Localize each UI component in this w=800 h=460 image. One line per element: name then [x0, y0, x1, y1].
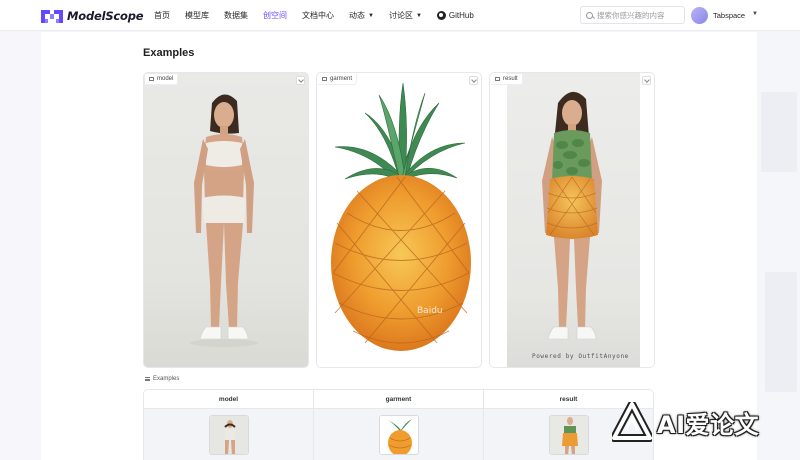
nav-github[interactable]: GitHub	[436, 11, 474, 20]
nav-label: 模型库	[185, 11, 209, 20]
nav-datasets[interactable]: 数据集	[224, 10, 248, 21]
garment-image-card[interactable]: garment Baidu	[316, 72, 482, 368]
left-gutter	[0, 32, 41, 460]
image-icon	[322, 77, 327, 81]
nav-label: 文档中心	[302, 11, 334, 20]
result-figure	[542, 91, 602, 340]
image-icon	[149, 77, 154, 81]
watermark-text: Powered by OutfitAnyone	[532, 353, 629, 360]
download-icon[interactable]	[469, 76, 478, 85]
card-label: garment	[318, 74, 358, 85]
download-icon[interactable]	[642, 76, 651, 85]
caret-down-icon: ▼	[415, 12, 422, 19]
nav-docs[interactable]: 文档中心	[302, 10, 334, 21]
nav-models[interactable]: 模型库	[185, 10, 209, 21]
examples-label-text: Examples	[153, 376, 180, 382]
table-row[interactable]	[144, 409, 653, 460]
right-gutter	[757, 32, 800, 460]
model-figure	[190, 94, 258, 347]
card-label-text: garment	[330, 76, 353, 82]
examples-table: model garment result	[143, 389, 654, 460]
brand-text: AI爱论文	[657, 410, 760, 439]
pineapple-image: Baidu	[331, 82, 471, 351]
main-nav: 首页 模型库 数据集 创空间 文档中心 动态 ▼ 讨论区 ▼ GitHub	[154, 0, 489, 31]
main-content: Examples model garment Baidu result Powe…	[41, 32, 757, 460]
nav-label: 创空间	[263, 11, 287, 20]
column-header-garment: garment	[314, 390, 484, 408]
nav-label: 动态	[349, 11, 365, 20]
brand-overlay: AI爱论文	[612, 402, 759, 442]
result-thumbnail[interactable]	[548, 415, 589, 455]
nav-label: 数据集	[224, 11, 248, 20]
nav-label: 首页	[154, 11, 170, 20]
nav-label: 讨论区	[388, 11, 413, 20]
download-icon[interactable]	[296, 76, 305, 85]
table-cell-model[interactable]	[144, 409, 314, 460]
search-input[interactable]	[597, 10, 682, 20]
examples-title: Examples	[143, 47, 195, 59]
card-label: model	[145, 74, 179, 85]
column-header-model: model	[144, 390, 314, 408]
nav-home[interactable]: 首页	[154, 10, 170, 21]
list-icon	[145, 377, 150, 381]
logo-text: ModelScope	[67, 9, 144, 23]
card-label-text: model	[157, 76, 174, 82]
model-image-card[interactable]: model	[143, 72, 309, 368]
table-header: model garment result	[144, 390, 653, 409]
nav-label: GitHub	[448, 11, 474, 20]
nav-forum[interactable]: 讨论区 ▼	[389, 10, 422, 21]
card-label-text: result	[503, 76, 518, 82]
table-cell-garment[interactable]	[314, 409, 484, 460]
avatar[interactable]	[691, 7, 708, 24]
caret-down-icon[interactable]: ▼	[752, 11, 758, 17]
image-icon	[495, 77, 500, 81]
search-box[interactable]	[580, 6, 685, 24]
top-navbar: ModelScope 首页 模型库 数据集 创空间 文档中心 动态 ▼ 讨论区 ▼ …	[0, 0, 800, 31]
examples-table-label: Examples	[145, 376, 179, 382]
result-image-card[interactable]: result Powered by OutfitAnyone	[489, 72, 655, 368]
model-thumbnail[interactable]	[208, 415, 249, 455]
search-icon	[586, 11, 593, 19]
nav-news[interactable]: 动态 ▼	[349, 10, 374, 21]
garment-thumbnail[interactable]	[378, 415, 419, 455]
nav-studios[interactable]: 创空间	[263, 10, 287, 21]
caret-down-icon: ▼	[368, 12, 374, 19]
brand-logo-icon	[612, 402, 652, 442]
github-icon	[436, 11, 446, 20]
logo-mark-icon	[41, 9, 63, 23]
username[interactable]: Tabspace	[713, 11, 745, 20]
watermark-text: Baidu	[417, 306, 443, 316]
card-label: result	[491, 74, 523, 85]
modelscope-logo[interactable]: ModelScope	[41, 9, 144, 23]
